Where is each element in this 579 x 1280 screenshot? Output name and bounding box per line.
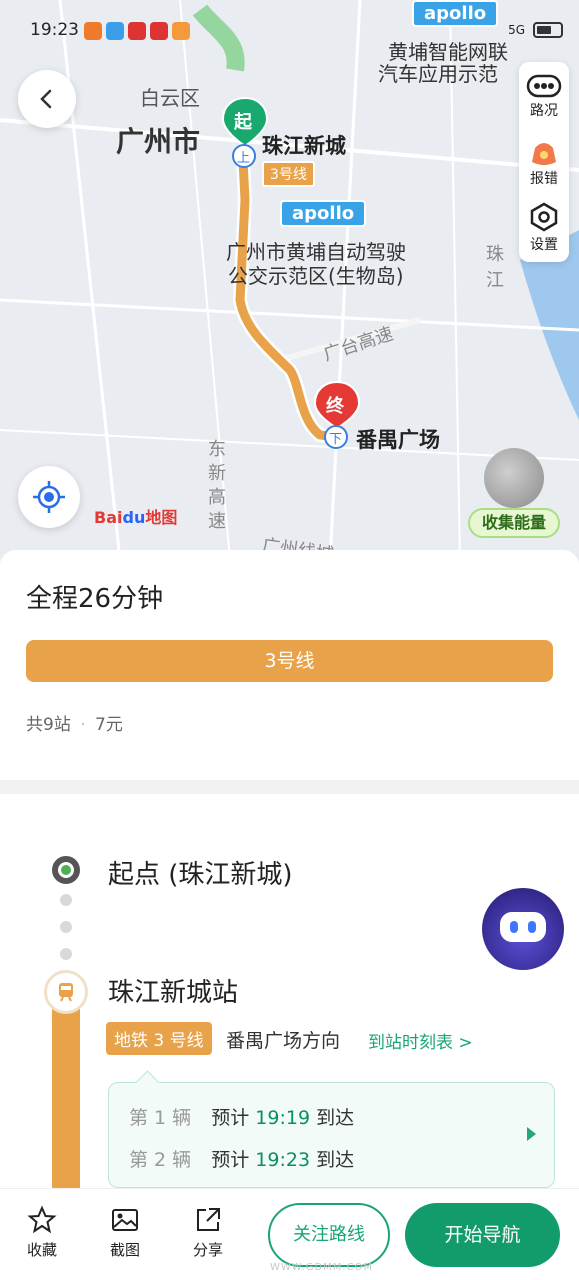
app-notification-icon (150, 22, 168, 40)
settings-hexagon-icon (530, 202, 558, 232)
report-bag-icon (532, 143, 556, 165)
fare: 7元 (95, 715, 123, 735)
apollo-badge: apollo (280, 200, 367, 227)
report-label: 报错 (530, 171, 558, 187)
report-tool[interactable]: 报错 (519, 138, 569, 188)
alight-marker-label: 下 (329, 432, 343, 447)
app-notification-icon (84, 22, 102, 40)
start-navigation-button[interactable]: 开始导航 (405, 1203, 560, 1267)
metro-line-tag: 地铁 3 号线 (106, 1022, 212, 1055)
system-status: 5G (508, 22, 563, 38)
baidu-map-logo: Baidu地图 (94, 508, 178, 527)
follow-route-button[interactable]: 关注路线 (268, 1203, 390, 1267)
collect-energy-button[interactable]: 收集能量 (468, 508, 561, 538)
direction-text: 番禺广场方向 (226, 1030, 341, 1052)
favorite-button[interactable]: 收藏 (12, 1205, 72, 1260)
metro-track-line (52, 994, 80, 1194)
arrival-row: 第 1 辆 预计 19:19 到达 (129, 1107, 355, 1129)
locate-button[interactable] (18, 466, 80, 528)
chevron-left-icon (40, 89, 52, 109)
app-notification-icon (172, 22, 190, 40)
share-label: 分享 (192, 1241, 223, 1259)
locate-crosshair-icon (33, 481, 65, 513)
share-icon (197, 1208, 220, 1231)
total-duration: 全程26分钟 (26, 584, 164, 614)
watermark: WWW.GDMM.COM (270, 1262, 374, 1273)
assistant-robot-button[interactable] (482, 888, 564, 970)
back-button[interactable] (18, 70, 76, 128)
battery-icon (533, 22, 563, 38)
chevron-right-icon (527, 1127, 536, 1141)
status-time: 19:23 (30, 20, 79, 40)
settings-tool[interactable]: 设置 (519, 202, 569, 254)
map-label-city: 广州市 (116, 125, 201, 158)
network-label: 5G (508, 23, 525, 37)
share-button[interactable]: 分享 (178, 1205, 238, 1260)
notification-icons (84, 22, 190, 40)
arrival-row: 第 2 辆 预计 19:23 到达 (129, 1149, 355, 1171)
board-marker-label: 上 (237, 151, 251, 166)
map-tools-panel: 路况 报错 设置 (519, 62, 569, 262)
settings-label: 设置 (530, 237, 558, 253)
app-notification-icon (106, 22, 124, 40)
screenshot-label: 截图 (109, 1241, 140, 1259)
route-summary-card: 全程26分钟 3号线 共9站 · 7元 (0, 550, 579, 780)
boarding-station: 珠江新城站 (108, 978, 239, 1008)
map-label-poi: 公交示范区(生物岛) (228, 264, 404, 288)
map-view[interactable]: 19:23 5G 白云区 广州市 apollo 黄埔智能网联 汽车应用示范 起 … (0, 0, 579, 560)
stop-count: 共9站 (26, 715, 71, 735)
route-line-bar[interactable]: 3号线 (26, 640, 553, 682)
map-label-poi: 汽车应用示范 (378, 62, 498, 86)
traffic-icon (526, 74, 562, 98)
traffic-label: 路况 (530, 103, 558, 119)
map-label-road: 东新高速 (208, 439, 226, 532)
timetable-link[interactable]: 到站时刻表 > (368, 1028, 473, 1053)
route-detail-panel[interactable]: 起点 (珠江新城) 珠江新城站 地铁 3 号线 番禺广场方向 到站时刻表 > 第… (0, 794, 579, 1194)
start-point-icon (52, 856, 80, 884)
screenshot-button[interactable]: 截图 (95, 1205, 155, 1260)
start-point-label: 起点 (珠江新城) (108, 860, 293, 890)
map-label-end-station: 番禺广场 (356, 428, 440, 452)
map-label-district: 白云区 (140, 86, 200, 110)
metro-train-icon (44, 970, 88, 1014)
end-marker-label: 终 (326, 396, 344, 417)
map-line-label: 3号线 (262, 161, 315, 187)
robot-face-icon (500, 912, 546, 942)
traffic-tool[interactable]: 路况 (519, 74, 569, 120)
walk-dots (60, 894, 72, 975)
image-icon (112, 1209, 138, 1231)
favorite-label: 收藏 (26, 1241, 57, 1259)
route-meta: 共9站 · 7元 (26, 715, 123, 735)
energy-mascot-icon[interactable] (484, 448, 544, 508)
map-label-start-station: 珠江新城 (262, 134, 346, 158)
arrival-info-box[interactable]: 第 1 辆 预计 19:19 到达 第 2 辆 预计 19:23 到达 (108, 1082, 555, 1188)
map-label-river: 珠江 (486, 244, 504, 291)
app-notification-icon (128, 22, 146, 40)
star-icon (27, 1205, 57, 1234)
start-marker-label: 起 (234, 112, 252, 133)
apollo-badge: apollo (412, 0, 499, 27)
